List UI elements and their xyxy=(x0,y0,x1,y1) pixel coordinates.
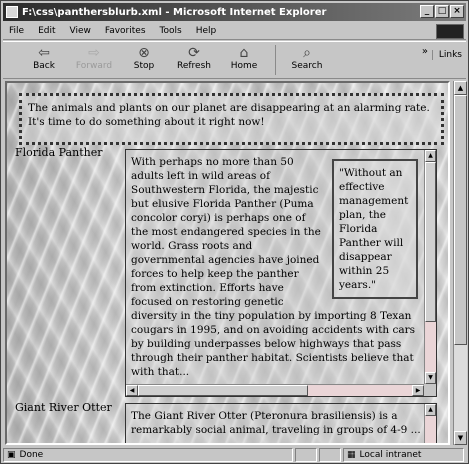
scroll-left-arrow-icon[interactable]: ◀ xyxy=(126,385,138,396)
menu-favorites[interactable]: Favorites xyxy=(105,26,146,36)
title-bar[interactable]: F:\css\panthersblurb.xml - Microsoft Int… xyxy=(3,3,466,21)
panther-vertical-scrollbar[interactable]: ▲ ▼ xyxy=(424,150,436,384)
scroll-down-arrow-icon[interactable]: ▼ xyxy=(425,372,436,384)
status-text-panel: ▣ Done xyxy=(3,448,293,462)
maximize-button[interactable]: □ xyxy=(435,5,449,18)
giant-river-otter-box[interactable]: The Giant River Otter (Pteronura brasili… xyxy=(125,403,437,443)
menu-bar: File Edit View Favorites Tools Help xyxy=(3,23,466,40)
home-button[interactable]: ⌂ Home xyxy=(221,42,267,71)
section-label-florida-panther: Florida Panther xyxy=(15,146,103,159)
panther-quote-box: "Without an effective management plan, t… xyxy=(332,159,418,299)
home-icon: ⌂ xyxy=(239,45,249,61)
panther-horizontal-scrollbar[interactable]: ◀ ▶ xyxy=(126,384,424,396)
scroll-thumb[interactable] xyxy=(138,385,308,396)
scroll-up-arrow-icon[interactable]: ▲ xyxy=(425,150,436,162)
florida-panther-box[interactable]: "Without an effective management plan, t… xyxy=(125,149,437,397)
window-controls: _ □ × xyxy=(420,5,464,18)
forward-button[interactable]: ⇨ Forward xyxy=(71,42,117,71)
stop-icon: ⊗ xyxy=(138,45,150,61)
menu-tools[interactable]: Tools xyxy=(160,26,182,36)
window-title: F:\css\panthersblurb.xml - Microsoft Int… xyxy=(22,6,327,18)
menu-view[interactable]: View xyxy=(70,26,91,36)
scroll-thumb[interactable] xyxy=(454,95,467,345)
status-panel-empty xyxy=(295,448,317,462)
forward-arrow-icon: ⇨ xyxy=(88,45,100,61)
panther-quote-text: "Without an effective management plan, t… xyxy=(339,167,409,291)
menu-file[interactable]: File xyxy=(9,26,24,36)
intro-text: The animals and plants on our planet are… xyxy=(28,102,430,128)
toolbar-separator xyxy=(275,45,276,75)
intranet-zone-icon: ▦ xyxy=(347,450,356,460)
refresh-button[interactable]: ⟳ Refresh xyxy=(171,42,217,71)
standard-toolbar: ⇦ Back ⇨ Forward ⊗ Stop ⟳ Refresh ⌂ Home… xyxy=(3,41,466,79)
search-icon: ⌕ xyxy=(303,45,311,61)
toolbar-overflow-chevron[interactable]: » xyxy=(422,46,428,57)
windows-logo-icon xyxy=(436,24,464,39)
page-viewport: The animals and plants on our planet are… xyxy=(5,81,450,445)
refresh-icon: ⟳ xyxy=(188,45,200,61)
scroll-right-arrow-icon[interactable]: ▶ xyxy=(412,385,424,396)
scroll-corner xyxy=(424,384,436,396)
page-vertical-scrollbar[interactable]: ▲ ▼ xyxy=(453,81,467,445)
back-button[interactable]: ⇦ Back xyxy=(21,42,67,71)
back-arrow-icon: ⇦ xyxy=(38,45,50,61)
section-label-giant-river-otter: Giant River Otter xyxy=(15,401,112,414)
intro-box: The animals and plants on our planet are… xyxy=(19,93,444,145)
scroll-up-arrow-icon[interactable]: ▲ xyxy=(425,404,436,416)
otter-body-text: The Giant River Otter (Pteronura brasili… xyxy=(131,410,421,436)
menu-help[interactable]: Help xyxy=(196,26,217,36)
otter-vertical-scrollbar[interactable]: ▲ xyxy=(424,404,436,443)
page-done-icon: ▣ xyxy=(7,450,16,460)
status-bar: ▣ Done ▦ Local intranet xyxy=(3,447,466,463)
search-button[interactable]: ⌕ Search xyxy=(284,42,330,71)
ie-app-icon xyxy=(6,6,18,18)
scroll-thumb[interactable] xyxy=(425,162,436,322)
security-zone-panel: ▦ Local intranet xyxy=(343,448,464,462)
menu-edit[interactable]: Edit xyxy=(38,26,55,36)
browser-window: F:\css\panthersblurb.xml - Microsoft Int… xyxy=(0,0,469,464)
scroll-down-arrow-icon[interactable]: ▼ xyxy=(454,431,467,445)
status-text: Done xyxy=(19,450,44,460)
stop-button[interactable]: ⊗ Stop xyxy=(121,42,167,71)
links-button[interactable]: Links xyxy=(431,50,462,60)
status-panel-empty xyxy=(319,448,341,462)
scroll-up-arrow-icon[interactable]: ▲ xyxy=(454,81,467,95)
close-button[interactable]: × xyxy=(450,5,464,18)
minimize-button[interactable]: _ xyxy=(420,5,434,18)
zone-text: Local intranet xyxy=(359,450,422,460)
